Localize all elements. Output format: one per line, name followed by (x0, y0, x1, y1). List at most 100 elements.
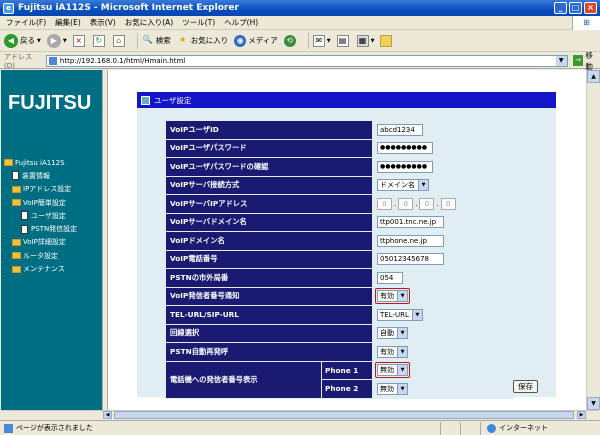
document-icon (21, 211, 28, 221)
phone1-display-select[interactable]: 無効 ▼ (377, 364, 408, 377)
scroll-down-icon[interactable]: ▼ (587, 397, 600, 410)
server-connect-method-select[interactable]: ドメイン名 ▼ (377, 179, 429, 192)
minimize-button[interactable]: _ (554, 2, 567, 14)
nav-device-info[interactable]: 装置情報 (4, 169, 77, 182)
chevron-down-icon: ▼ (418, 180, 428, 191)
server-ip-octet-4[interactable]: 0 (440, 197, 456, 210)
nav-voip-easy-label: VoIP簡単設定 (23, 198, 66, 207)
stop-button[interactable]: × (72, 34, 87, 47)
scroll-left-icon[interactable]: ◀ (103, 411, 112, 419)
close-button[interactable]: × (584, 2, 597, 14)
mail-dropdown-icon[interactable]: ▼ (327, 38, 331, 44)
address-input[interactable]: http://192.168.0.1/html/Hmain.html ▼ (45, 54, 568, 67)
refresh-icon: ↻ (92, 34, 105, 47)
table-row: 回線選択 自動 ▼ (166, 324, 513, 342)
folder-button[interactable] (380, 34, 394, 47)
nav-maintenance[interactable]: メンテナンス (4, 262, 77, 275)
forward-button[interactable]: ▶ ▼ (46, 33, 67, 48)
mail-button[interactable]: ✉ ▼ (312, 34, 331, 47)
phone2-display-select[interactable]: 無効 ▼ (377, 382, 408, 395)
status-bar: ページが表示されました インターネット (0, 420, 600, 435)
voip-user-id-input[interactable]: abcd1234 (377, 123, 423, 136)
search-label: 検索 (155, 36, 171, 45)
scroll-thumb[interactable] (114, 411, 574, 419)
nav-user-settings[interactable]: ユーザ設定 (4, 209, 77, 222)
nav-router[interactable]: ルータ設定 (4, 249, 77, 262)
print-button[interactable]: ▤ (336, 34, 351, 47)
home-button[interactable]: ⌂ (112, 34, 127, 47)
server-ip-octet-2[interactable]: 0 (398, 197, 414, 210)
nav-ip-settings[interactable]: IPアドレス設定 (4, 183, 77, 196)
line-select-select[interactable]: 自動 ▼ (377, 327, 408, 340)
history-icon: ⟲ (283, 34, 296, 47)
status-cell (460, 421, 480, 435)
address-bar: アドレス(D) http://192.168.0.1/html/Hmain.ht… (0, 50, 600, 72)
menu-tools[interactable]: ツール(T) (182, 17, 215, 28)
pstn-redial-select[interactable]: 有効 ▼ (377, 345, 408, 358)
nav-router-label: ルータ設定 (23, 251, 58, 260)
nav-root-label: Fujitsu iA112S (15, 158, 65, 167)
voip-domain-input[interactable]: ttphone.ne.jp (377, 234, 444, 247)
server-domain-input[interactable]: ttp001.tnc.ne.jp (377, 216, 444, 229)
back-button[interactable]: ◀ 戻る ▼ (4, 33, 41, 48)
chevron-down-icon: ▼ (397, 291, 407, 302)
menu-edit[interactable]: 編集(E) (55, 17, 81, 28)
save-button[interactable]: 保存 (513, 380, 538, 393)
window-title: Fujitsu iA112S - Microsoft Internet Expl… (18, 3, 239, 13)
edit-button[interactable]: ▦ ▼ (356, 34, 375, 47)
go-button[interactable]: → 移動 (572, 50, 600, 72)
panel-header: ユーザ設定 (137, 92, 556, 108)
table-row: VoIP電話番号 05012345678 (166, 250, 513, 268)
caller-id-notify-select[interactable]: 有効 ▼ (377, 290, 408, 303)
table-row: VoIP発信者番号通知 有効 ▼ (166, 287, 513, 305)
menu-favorites[interactable]: お気に入り(A) (125, 17, 173, 28)
server-ip-octet-1[interactable]: 0 (377, 197, 392, 210)
voip-user-id-label: VoIPユーザID (166, 121, 372, 139)
panel-title: ユーザ設定 (154, 95, 192, 105)
media-label: メディア (248, 36, 278, 45)
table-row: VoIPサーバドメイン名 ttp001.tnc.ne.jp (166, 213, 513, 231)
settings-icon (141, 95, 150, 105)
table-row: TEL-URL/SIP-URL TEL-URL ▼ (166, 306, 513, 324)
toolbar-separator (307, 32, 309, 49)
security-zone-label: インターネット (499, 424, 548, 432)
pstn-redial-value: 有効 (380, 347, 394, 356)
chevron-down-icon: ▼ (411, 309, 422, 320)
forward-arrow-icon: ▶ (46, 33, 61, 48)
forward-dropdown-icon[interactable]: ▼ (63, 38, 67, 44)
nav-root[interactable]: Fujitsu iA112S (4, 156, 77, 169)
media-button[interactable]: ◉ メディア (234, 34, 278, 47)
address-dropdown-icon[interactable]: ▼ (555, 55, 567, 66)
phone2-label: Phone 2 (322, 380, 372, 398)
edit-dropdown-icon[interactable]: ▼ (371, 38, 375, 44)
pstn-area-code-input[interactable]: 054 (377, 271, 403, 284)
server-ip-octet-3[interactable]: 0 (419, 197, 435, 210)
nav-pstn-settings[interactable]: PSTN発信設定 (4, 222, 77, 235)
user-settings-panel: ユーザ設定 VoIPユーザID abcd1234 VoIPユーザパスワード ●●… (137, 92, 556, 399)
scroll-right-icon[interactable]: ▶ (577, 411, 586, 419)
refresh-button[interactable]: ↻ (92, 34, 107, 47)
favorites-button[interactable]: ★ お気に入り (177, 35, 228, 47)
voip-password-confirm-input[interactable]: ●●●●●●●●● (377, 160, 433, 173)
menu-view[interactable]: 表示(V) (90, 17, 116, 28)
horizontal-scrollbar[interactable]: ◀ ▶ (1, 410, 599, 419)
nav-voip-detail-label: VoIP詳細設定 (23, 238, 66, 247)
menu-file[interactable]: ファイル(F) (6, 17, 46, 28)
server-domain-label: VoIPサーバドメイン名 (166, 213, 372, 231)
voip-phone-number-input[interactable]: 05012345678 (377, 253, 444, 266)
search-button[interactable]: 🔍 検索 (142, 35, 171, 47)
maximize-button[interactable]: □ (569, 2, 582, 14)
voip-password-input[interactable]: ●●●●●●●●● (377, 142, 433, 155)
menu-help[interactable]: ヘルプ(H) (224, 17, 258, 28)
vertical-scrollbar[interactable]: ▲ ▼ (586, 70, 600, 410)
globe-icon (487, 423, 496, 433)
folder-icon (12, 265, 21, 273)
history-button[interactable]: ⟲ (283, 34, 298, 47)
back-dropdown-icon[interactable]: ▼ (37, 38, 41, 44)
phone2-display-value: 無効 (380, 384, 394, 393)
table-row: VoIPユーザパスワード ●●●●●●●●● (166, 139, 513, 157)
nav-voip-easy[interactable]: VoIP簡単設定 (4, 196, 77, 209)
nav-voip-detail[interactable]: VoIP詳細設定 (4, 236, 77, 249)
tel-sip-url-select[interactable]: TEL-URL ▼ (377, 308, 423, 321)
scroll-up-icon[interactable]: ▲ (587, 70, 600, 83)
